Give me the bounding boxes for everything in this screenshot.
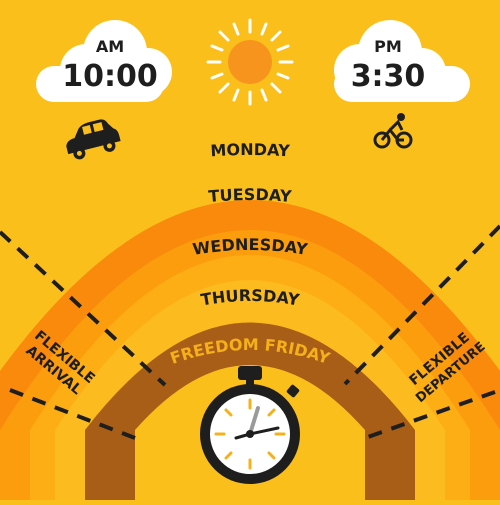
day-label-tuesday: TUESDAY [208,185,293,206]
departure-time: 3:30 [351,59,426,94]
arrival-time: 10:00 [62,59,158,94]
departure-period: PM [374,37,402,56]
sun-icon [206,18,294,106]
flex-schedule-graphic: MONDAY TUESDAY WEDNESDAY THURSDAY FREEDO… [0,0,500,500]
day-label-monday: MONDAY [210,140,291,160]
schedule-illustration: MONDAY TUESDAY WEDNESDAY THURSDAY FREEDO… [0,0,500,500]
arrival-period: AM [96,37,124,56]
